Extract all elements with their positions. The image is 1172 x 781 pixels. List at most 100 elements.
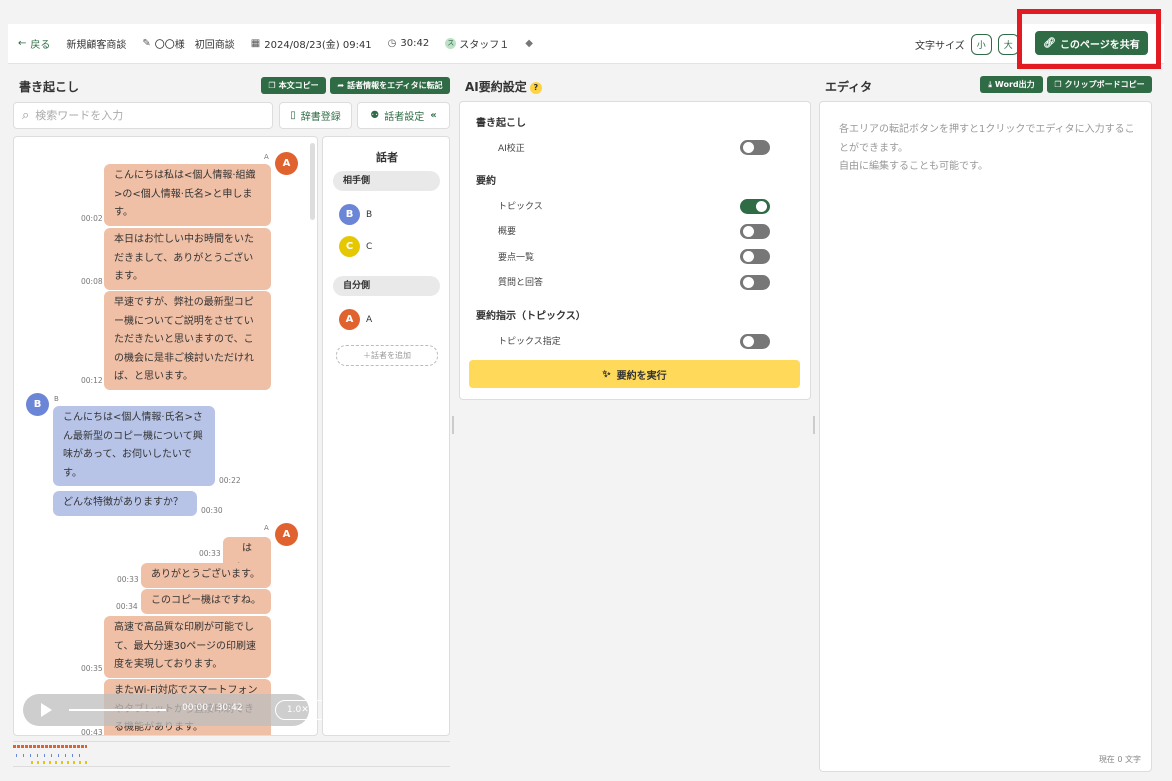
search-icon: ⌕ bbox=[22, 108, 30, 123]
font-small-button[interactable]: 小 bbox=[970, 34, 992, 55]
resize-handle[interactable] bbox=[813, 416, 815, 434]
avatar-c[interactable]: C bbox=[339, 236, 360, 257]
speaker-settings-button[interactable]: ⚉ 話者設定 « bbox=[357, 102, 450, 129]
book-icon: ▯ bbox=[290, 110, 296, 121]
resize-handle[interactable] bbox=[452, 416, 454, 434]
timestamp: 00:34 bbox=[116, 602, 138, 611]
speaker-panel-title: 話者 bbox=[376, 151, 398, 164]
key-points-label: 要点一覧 bbox=[498, 253, 535, 263]
timestamp: 00:43 bbox=[81, 728, 103, 737]
arrow-right-icon: ➦ bbox=[337, 81, 345, 90]
meeting-datetime: ▦ 2024/08/23(金) 09:41 bbox=[250, 38, 372, 51]
help-icon[interactable]: ? bbox=[529, 81, 542, 94]
message-bubble: 高速で高品質な印刷が可能でして、最大分速30ページの印刷速度を実現しております。 bbox=[104, 616, 271, 678]
avatar-b[interactable]: B bbox=[339, 204, 360, 225]
speaker-panel: 話者 相手側 B B C C 自分側 A A ＋話者を追加 bbox=[322, 136, 450, 736]
timestamp: 00:33 bbox=[199, 549, 221, 558]
speaker-label-c: C bbox=[366, 242, 373, 252]
timestamp: 00:35 bbox=[81, 664, 103, 673]
editor-area[interactable]: 各エリアの転記ボタンを押すと1クリックでエディタに入力することができます。 自由… bbox=[819, 101, 1152, 772]
speaker-name: A bbox=[264, 153, 269, 161]
timeline-c bbox=[31, 761, 91, 764]
ai-settings-panel: 書き起こし AI校正 要約 トピックス 概要 要点一覧 質問と回答 要約指示（ト… bbox=[459, 101, 811, 400]
share-page-button[interactable]: 🔗︎ このページを共有 bbox=[1035, 31, 1148, 55]
avatar-a: A bbox=[275, 152, 298, 175]
people-icon: ⚉ bbox=[370, 110, 380, 121]
audio-player: 00:00 / 30:42 1.0✕ ▼ bbox=[23, 694, 329, 726]
staff: ススタッフ１ bbox=[445, 38, 510, 51]
search-box[interactable]: ⌕ bbox=[13, 102, 273, 129]
collapse-icon: « bbox=[430, 110, 437, 121]
word-export-button[interactable]: ⤓ Word出力 bbox=[980, 76, 1043, 93]
pencil-icon: ✎ bbox=[142, 38, 151, 49]
timestamp: 00:08 bbox=[81, 277, 103, 286]
speaker-timeline[interactable] bbox=[13, 741, 450, 767]
timeline-a bbox=[13, 745, 87, 748]
message-bubble: 本日はお忙しい中お時間をいただきまして、ありがとうございます。 bbox=[104, 228, 271, 290]
calendar-icon: ▦ bbox=[250, 38, 261, 49]
font-large-button[interactable]: 大 bbox=[997, 34, 1019, 55]
qa-toggle[interactable] bbox=[740, 275, 770, 290]
ai-section-transcript: 書き起こし bbox=[476, 118, 526, 129]
message-bubble: このコピー機はですね。 bbox=[141, 589, 271, 614]
scrollbar[interactable] bbox=[310, 143, 315, 220]
tag-icon: ◆ bbox=[525, 38, 533, 49]
timestamp: 00:33 bbox=[117, 575, 139, 584]
topic-spec-toggle[interactable] bbox=[740, 334, 770, 349]
run-summary-button[interactable]: ✨︎ 要約を実行 bbox=[469, 360, 800, 388]
group-self: 自分側 bbox=[333, 276, 440, 296]
clipboard-copy-button[interactable]: ❐ クリップボードコピー bbox=[1047, 76, 1152, 93]
meeting-duration: ◷ 30:42 bbox=[387, 38, 430, 49]
tag-button[interactable]: ◆ bbox=[525, 38, 537, 49]
message-bubble: ありがとうございます。 bbox=[141, 563, 271, 588]
ai-section-instruct: 要約指示（トピックス） bbox=[476, 311, 586, 322]
copy-icon: ❐ bbox=[268, 81, 276, 90]
back-button[interactable]: ← 戻る bbox=[18, 36, 50, 51]
meeting-title[interactable]: ✎ 〇〇様 初回商談 bbox=[142, 36, 234, 51]
arrow-left-icon: ← bbox=[18, 38, 27, 49]
add-speaker-button[interactable]: ＋話者を追加 bbox=[336, 345, 438, 366]
search-input[interactable] bbox=[35, 109, 256, 122]
message-bubble: どんな特徴がありますか？ bbox=[53, 491, 197, 516]
overview-toggle[interactable] bbox=[740, 224, 770, 239]
message-bubble: 早速ですが、弊社の最新型コピー機についてご説明をさせていただきたいと思いますので… bbox=[104, 291, 271, 390]
ai-correct-label: AI校正 bbox=[498, 144, 525, 154]
copy-text-button[interactable]: ❐ 本文コピー bbox=[261, 77, 326, 94]
clock-icon: ◷ bbox=[387, 38, 397, 49]
editor-title: エディタ bbox=[825, 80, 873, 94]
speaker-label-b: B bbox=[366, 210, 373, 220]
speed-select[interactable]: 1.0✕ ▼ bbox=[275, 700, 329, 720]
seek-bar[interactable] bbox=[69, 709, 166, 711]
message-bubble: こんにちは<個人情報·氏名>さん最新型のコピー機について興味があって、お伺いした… bbox=[53, 406, 215, 486]
chevron-down-icon: ▼ bbox=[311, 706, 318, 714]
staff-icon: ス bbox=[445, 38, 457, 49]
magic-wand-icon: ✨︎ bbox=[602, 368, 611, 380]
key-points-toggle[interactable] bbox=[740, 249, 770, 264]
avatar-a[interactable]: A bbox=[339, 309, 360, 330]
timestamp: 00:30 bbox=[201, 506, 223, 515]
topic-spec-label: トピックス指定 bbox=[498, 337, 561, 347]
ai-section-summary: 要約 bbox=[476, 176, 496, 187]
speaker-name: B bbox=[54, 395, 59, 403]
transcript-title: 書き起こし bbox=[19, 80, 80, 94]
overview-label: 概要 bbox=[498, 227, 517, 237]
timestamp: 00:22 bbox=[219, 476, 241, 485]
qa-label: 質問と回答 bbox=[498, 278, 544, 288]
topics-label: トピックス bbox=[498, 202, 543, 212]
topics-toggle[interactable] bbox=[740, 199, 770, 214]
font-size-control: 文字サイズ 小 大 bbox=[915, 34, 1025, 55]
copy-icon: ❐ bbox=[1054, 80, 1062, 89]
player-time: 00:00 / 30:42 bbox=[182, 703, 243, 713]
play-icon[interactable] bbox=[41, 703, 52, 717]
transfer-speaker-button[interactable]: ➦ 話者情報をエディタに転記 bbox=[330, 77, 450, 94]
ai-correct-toggle[interactable] bbox=[740, 140, 770, 155]
timestamp: 00:02 bbox=[81, 214, 103, 223]
message-bubble: こんにちは私は<個人情報·組織>の<個人情報·氏名>と申します。 bbox=[104, 164, 271, 226]
link-icon: 🔗︎ bbox=[1043, 37, 1056, 49]
meeting-type: 新規顧客商談 bbox=[66, 40, 127, 51]
font-size-label: 文字サイズ bbox=[915, 41, 965, 52]
avatar-b: B bbox=[26, 393, 49, 416]
group-other: 相手側 bbox=[333, 171, 440, 191]
dictionary-button[interactable]: ▯ 辞書登録 bbox=[279, 102, 352, 129]
speaker-label-a: A bbox=[366, 315, 373, 325]
